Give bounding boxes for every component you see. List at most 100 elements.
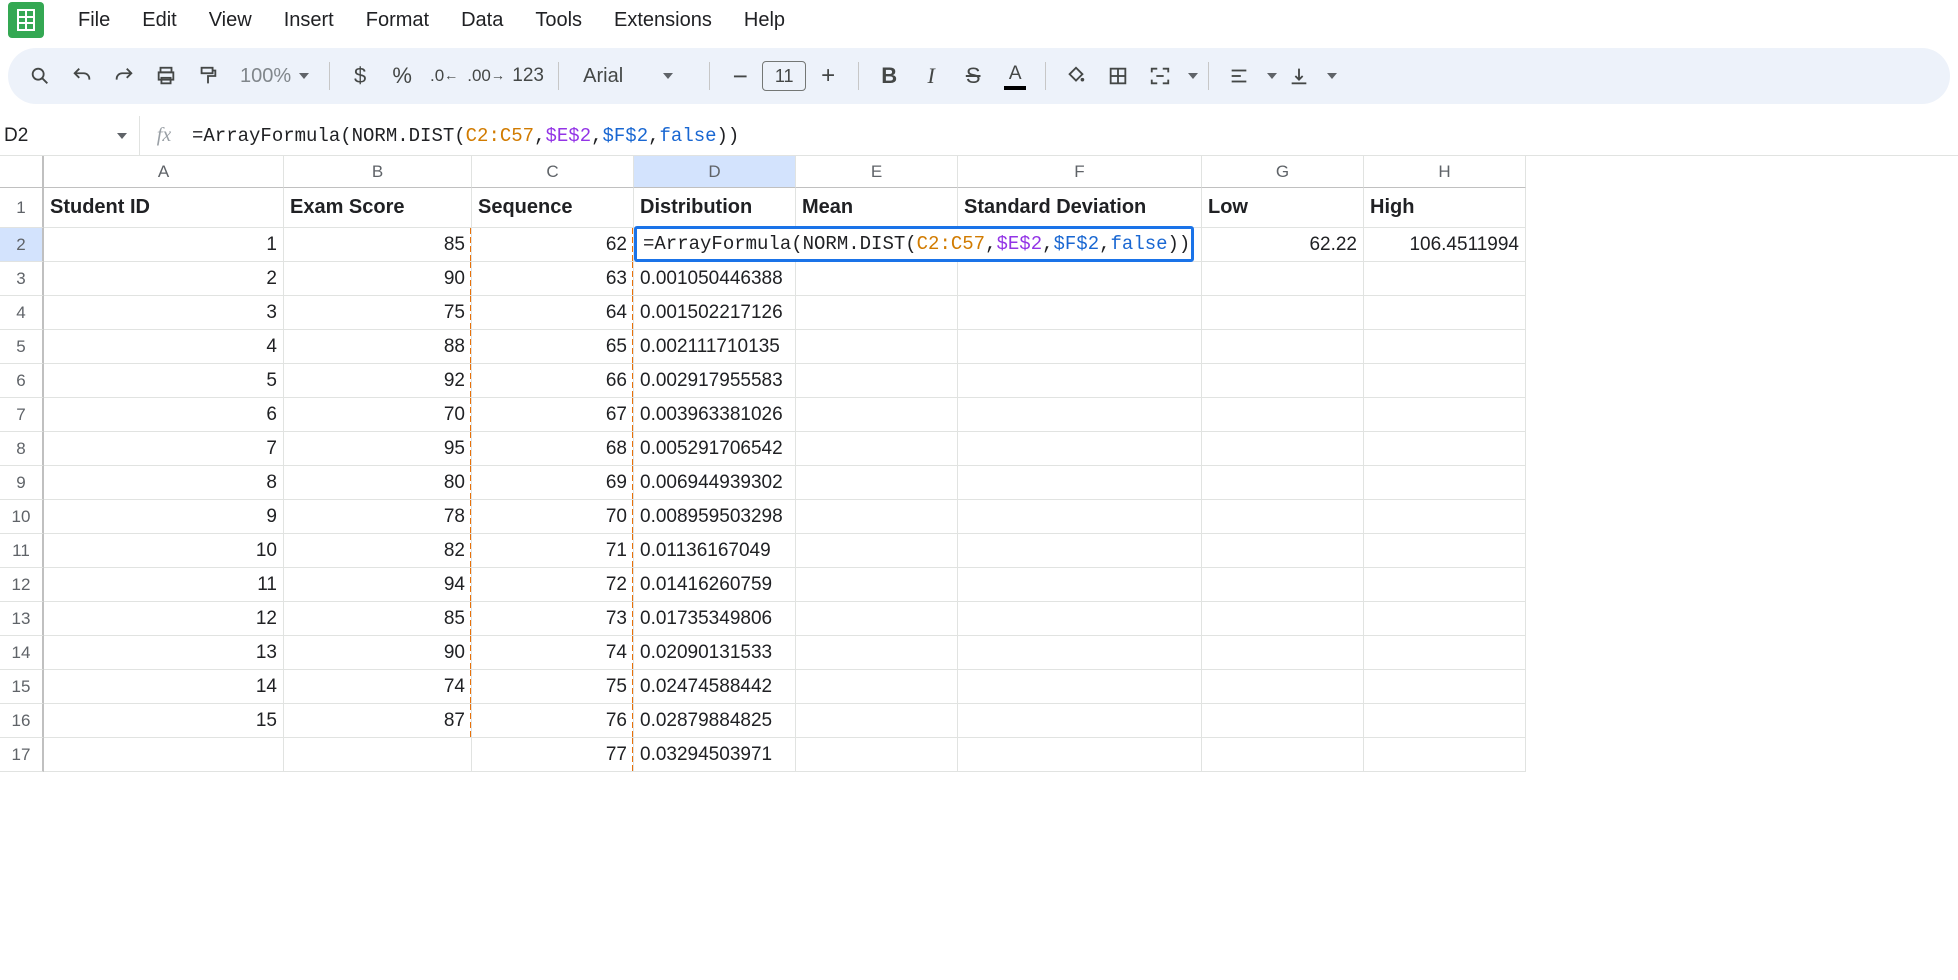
name-box[interactable]: D2 [0, 116, 140, 155]
cell[interactable]: 0.02474588442 [634, 670, 796, 704]
row-header[interactable]: 6 [0, 364, 44, 398]
cell-header[interactable]: Mean [796, 188, 958, 228]
column-header[interactable]: A [44, 156, 284, 188]
cell[interactable]: 0.03294503971 [634, 738, 796, 772]
cell[interactable] [1202, 432, 1364, 466]
cell[interactable] [1364, 432, 1526, 466]
cell[interactable]: 12 [44, 602, 284, 636]
cell[interactable]: 74 [472, 636, 634, 670]
cell-header[interactable]: Exam Score [284, 188, 472, 228]
cell[interactable] [958, 534, 1202, 568]
zoom-select[interactable]: 100% [230, 65, 319, 88]
cell[interactable] [796, 432, 958, 466]
cell[interactable]: 74 [284, 670, 472, 704]
cell[interactable] [1202, 466, 1364, 500]
row-header[interactable]: 15 [0, 670, 44, 704]
row-header[interactable]: 12 [0, 568, 44, 602]
cell[interactable]: 66 [472, 364, 634, 398]
cell[interactable]: 95 [284, 432, 472, 466]
cell[interactable]: 70 [284, 398, 472, 432]
cell[interactable] [1364, 602, 1526, 636]
cell[interactable] [1202, 670, 1364, 704]
cell[interactable] [1364, 296, 1526, 330]
cell[interactable] [796, 262, 958, 296]
cell[interactable] [958, 500, 1202, 534]
cell[interactable]: 0.002917955583 [634, 364, 796, 398]
cell[interactable]: 72 [472, 568, 634, 602]
cell[interactable] [958, 738, 1202, 772]
cell[interactable]: 0.008959503298 [634, 500, 796, 534]
cell-header[interactable]: High [1364, 188, 1526, 228]
cell[interactable] [796, 330, 958, 364]
cell[interactable] [958, 364, 1202, 398]
cell[interactable]: 82 [284, 534, 472, 568]
cell[interactable]: =ArrayFormula(NORM.DIST(C2:C57,$E$2,$F$2… [634, 228, 796, 262]
cell[interactable]: 10 [44, 534, 284, 568]
cell[interactable]: 75 [284, 296, 472, 330]
cell[interactable] [796, 466, 958, 500]
column-header[interactable]: C [472, 156, 634, 188]
formula-input[interactable]: =ArrayFormula(NORM.DIST(C2:C57,$E$2,$F$2… [188, 125, 1958, 147]
undo-icon[interactable] [62, 56, 102, 96]
cell[interactable] [1202, 262, 1364, 296]
cell[interactable] [1364, 364, 1526, 398]
cell[interactable] [796, 568, 958, 602]
menu-format[interactable]: Format [352, 3, 443, 38]
column-header[interactable]: F [958, 156, 1202, 188]
row-header[interactable]: 10 [0, 500, 44, 534]
cell[interactable] [1364, 568, 1526, 602]
row-header[interactable]: 4 [0, 296, 44, 330]
strikethrough-icon[interactable]: S [953, 56, 993, 96]
cell[interactable]: 77 [472, 738, 634, 772]
cell-formula-editor[interactable]: =ArrayFormula(NORM.DIST(C2:C57,$E$2,$F$2… [634, 226, 1194, 262]
increase-font-size-button[interactable]: + [808, 56, 848, 96]
horizontal-align-icon[interactable] [1219, 56, 1259, 96]
merge-cells-icon[interactable] [1140, 56, 1180, 96]
sheets-app-icon[interactable] [8, 2, 44, 38]
increase-decimal-icon[interactable]: .00→ [466, 56, 506, 96]
cell-header[interactable]: Low [1202, 188, 1364, 228]
cell[interactable]: 9 [44, 500, 284, 534]
borders-icon[interactable] [1098, 56, 1138, 96]
row-header[interactable]: 3 [0, 262, 44, 296]
cell[interactable] [958, 330, 1202, 364]
cell[interactable]: 0.01735349806 [634, 602, 796, 636]
cell-header[interactable]: Student ID [44, 188, 284, 228]
cell[interactable] [1364, 534, 1526, 568]
cell[interactable]: 4 [44, 330, 284, 364]
cell[interactable]: 5 [44, 364, 284, 398]
cell[interactable] [796, 670, 958, 704]
cell[interactable]: 0.005291706542 [634, 432, 796, 466]
cell[interactable]: 67 [472, 398, 634, 432]
menu-help[interactable]: Help [730, 3, 799, 38]
cell[interactable] [796, 704, 958, 738]
cell[interactable]: 2 [44, 262, 284, 296]
select-all-corner[interactable] [0, 156, 44, 188]
cell[interactable] [1364, 738, 1526, 772]
print-icon[interactable] [146, 56, 186, 96]
menu-file[interactable]: File [64, 3, 124, 38]
menu-extensions[interactable]: Extensions [600, 3, 726, 38]
cell[interactable] [1364, 330, 1526, 364]
cell[interactable]: 0.001502217126 [634, 296, 796, 330]
cell[interactable] [796, 398, 958, 432]
paint-format-icon[interactable] [188, 56, 228, 96]
bold-icon[interactable]: B [869, 56, 909, 96]
cell[interactable]: 78 [284, 500, 472, 534]
menu-insert[interactable]: Insert [270, 3, 348, 38]
menu-view[interactable]: View [195, 3, 266, 38]
cell[interactable]: 11 [44, 568, 284, 602]
cell[interactable] [1202, 364, 1364, 398]
cell[interactable] [1202, 296, 1364, 330]
row-header[interactable]: 1 [0, 188, 44, 228]
cell[interactable] [1364, 262, 1526, 296]
cell[interactable]: 0.003963381026 [634, 398, 796, 432]
cell[interactable] [1364, 500, 1526, 534]
cell[interactable] [958, 636, 1202, 670]
cell[interactable]: 7 [44, 432, 284, 466]
cell[interactable]: 75 [472, 670, 634, 704]
font-family-select[interactable]: Arial [569, 65, 699, 88]
cell[interactable]: 14 [44, 670, 284, 704]
row-header[interactable]: 13 [0, 602, 44, 636]
cell[interactable]: 0.001050446388 [634, 262, 796, 296]
